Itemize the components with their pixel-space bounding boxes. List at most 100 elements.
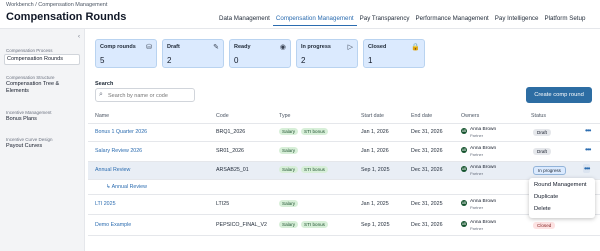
start-date: Sep 1, 2025 <box>361 222 390 228</box>
card-value: 1 <box>368 56 373 65</box>
round-name-link[interactable]: LTI 2025 <box>95 201 116 207</box>
col-end-date: End date <box>411 113 433 119</box>
sidebar-item-payout-curves[interactable]: Payout Curves <box>6 143 53 150</box>
chevron-left-icon[interactable]: ‹ <box>78 34 80 40</box>
round-name-link[interactable]: Bonus 1 Quarter 2026 <box>95 129 147 135</box>
sidebar-caption: Compensation Structure <box>6 75 55 80</box>
menu-item-round-management[interactable]: Round Management <box>534 182 587 188</box>
card-label: Draft <box>167 44 180 50</box>
round-name-link[interactable]: Salary Review 2026 <box>95 148 142 154</box>
sidebar-item-compensation-tree[interactable]: Compensation Tree & Elements <box>6 81 59 95</box>
table-row[interactable]: Demo Example PEPSICO_FINAL_V2 Salary STI … <box>88 214 600 236</box>
owner-role: Partner <box>470 152 484 157</box>
table-row[interactable]: LTI 2025 LTI25 Salary Jan 1, 2025 Dec 31… <box>88 194 600 214</box>
tab-pay-transparency[interactable]: Pay Transparency <box>357 15 413 26</box>
table-row[interactable]: Salary Review 2026 SR01_2026 Salary Jan … <box>88 141 600 161</box>
page-title: Compensation Rounds <box>6 11 127 23</box>
sidebar-group-curve: Incentive Curve Design Payout Curves <box>6 137 53 150</box>
tab-platform-setup[interactable]: Platform Setup <box>541 15 588 26</box>
avatar: AB <box>461 128 467 134</box>
table-header: Name Code Type Start date End date Owner… <box>95 113 600 123</box>
end-date: Dec 31, 2026 <box>411 148 443 154</box>
type-pills: Salary STI bonus <box>279 166 331 173</box>
summary-card-in-progress[interactable]: In progress ▷ 2 <box>296 39 358 68</box>
menu-item-duplicate[interactable]: Duplicate <box>534 194 558 200</box>
type-pill: Salary <box>279 166 299 173</box>
start-date: Jan 1, 2025 <box>361 201 389 207</box>
more-actions-icon[interactable]: ••• <box>585 145 591 154</box>
summary-card-comp-rounds[interactable]: Comp rounds ⛁ 5 <box>95 39 157 68</box>
header-divider <box>0 28 600 29</box>
col-owners: Owners <box>461 113 480 119</box>
more-actions-icon[interactable]: ••• <box>585 126 591 135</box>
sidebar-item-compensation-rounds[interactable]: Compensation Rounds <box>4 54 80 65</box>
status-badge: In progress <box>533 166 566 175</box>
col-name: Name <box>95 113 110 119</box>
tab-pay-intelligence[interactable]: Pay Intelligence <box>492 15 542 26</box>
sidebar-caption: Incentive Management <box>6 110 52 115</box>
type-pill: Salary <box>279 147 299 154</box>
owner-role: Partner <box>470 171 484 176</box>
card-value: 5 <box>100 56 105 65</box>
breadcrumb[interactable]: Workbench / Compensation Management <box>6 2 107 8</box>
card-label: Closed <box>368 44 387 50</box>
owner-name: Anna Brown <box>470 127 497 132</box>
sidebar-item-label: Elements <box>6 88 29 94</box>
round-code: PEPSICO_FINAL_V2 <box>216 222 267 228</box>
search-icon: ⌕ <box>99 91 103 98</box>
summary-card-ready[interactable]: Ready ◉ 0 <box>229 39 291 68</box>
sidebar-group-structure: Compensation Structure Compensation Tree… <box>6 75 59 95</box>
table-subrow[interactable]: ↳ Annual Review <box>88 179 600 194</box>
summary-card-closed[interactable]: Closed 🔒 1 <box>363 39 425 68</box>
search-box: ⌕ <box>95 88 195 102</box>
tab-performance-management[interactable]: Performance Management <box>413 15 492 26</box>
avatar: AB <box>461 147 467 153</box>
owner-name: Anna Brown <box>470 146 497 151</box>
more-actions-icon[interactable]: ••• <box>583 164 590 173</box>
round-code: LTI25 <box>216 201 230 207</box>
sidebar-item-label: Compensation Tree & <box>6 81 60 87</box>
tab-data-management[interactable]: Data Management <box>216 15 273 26</box>
round-name-link[interactable]: Demo Example <box>95 222 131 228</box>
start-date: Jan 1, 2026 <box>361 129 389 135</box>
top-nav: Data Management Compensation Management … <box>216 15 588 26</box>
sidebar-caption: Compensation Process <box>6 48 53 53</box>
round-code: BRQ1_2026 <box>216 129 246 135</box>
round-name-link[interactable]: Annual Review <box>95 167 130 173</box>
sidebar-caption: Incentive Curve Design <box>6 137 53 142</box>
lock-icon: 🔒 <box>411 44 420 51</box>
create-comp-round-button[interactable]: Create comp round <box>526 87 592 103</box>
type-pills: Salary STI bonus <box>279 128 331 135</box>
card-label: Comp rounds <box>100 44 136 50</box>
start-date: Jan 1, 2026 <box>361 148 389 154</box>
row-actions-menu: Round Management Duplicate Delete <box>529 178 595 218</box>
sidebar-item-bonus-plans[interactable]: Bonus Plans <box>6 116 52 123</box>
card-label: Ready <box>234 44 251 50</box>
status-badge: Draft <box>533 129 551 136</box>
type-pill: Salary <box>279 128 299 135</box>
pencil-icon: ✎ <box>213 44 219 51</box>
type-pills: Salary <box>279 147 301 154</box>
col-start-date: Start date <box>361 113 384 119</box>
card-label: In progress <box>301 44 331 50</box>
tab-compensation-management[interactable]: Compensation Management <box>272 15 357 26</box>
summary-card-draft[interactable]: Draft ✎ 2 <box>162 39 224 68</box>
avatar: AB <box>461 200 467 206</box>
table-row[interactable]: Bonus 1 Quarter 2026 BRQ1_2026 Salary STI… <box>88 123 600 141</box>
owner-name: Anna Brown <box>470 165 497 170</box>
search-input[interactable] <box>108 91 193 100</box>
card-value: 2 <box>167 56 172 65</box>
owner-name: Anna Brown <box>470 220 497 225</box>
subround-name-link[interactable]: ↳ Annual Review <box>106 184 147 190</box>
table-row[interactable]: Annual Review ARSAB25_01 Salary STI bonus… <box>88 161 600 179</box>
end-date: Dec 31, 2026 <box>411 129 443 135</box>
end-date: Dec 31, 2025 <box>411 201 443 207</box>
round-code: SR01_2026 <box>216 148 244 154</box>
status-badge: Closed <box>533 222 556 229</box>
end-date: Dec 31, 2026 <box>411 222 443 228</box>
status-badge: Draft <box>533 148 551 155</box>
owner-role: Partner <box>470 205 484 210</box>
menu-item-delete[interactable]: Delete <box>534 206 551 212</box>
avatar: AB <box>461 221 467 227</box>
col-code: Code <box>216 113 229 119</box>
